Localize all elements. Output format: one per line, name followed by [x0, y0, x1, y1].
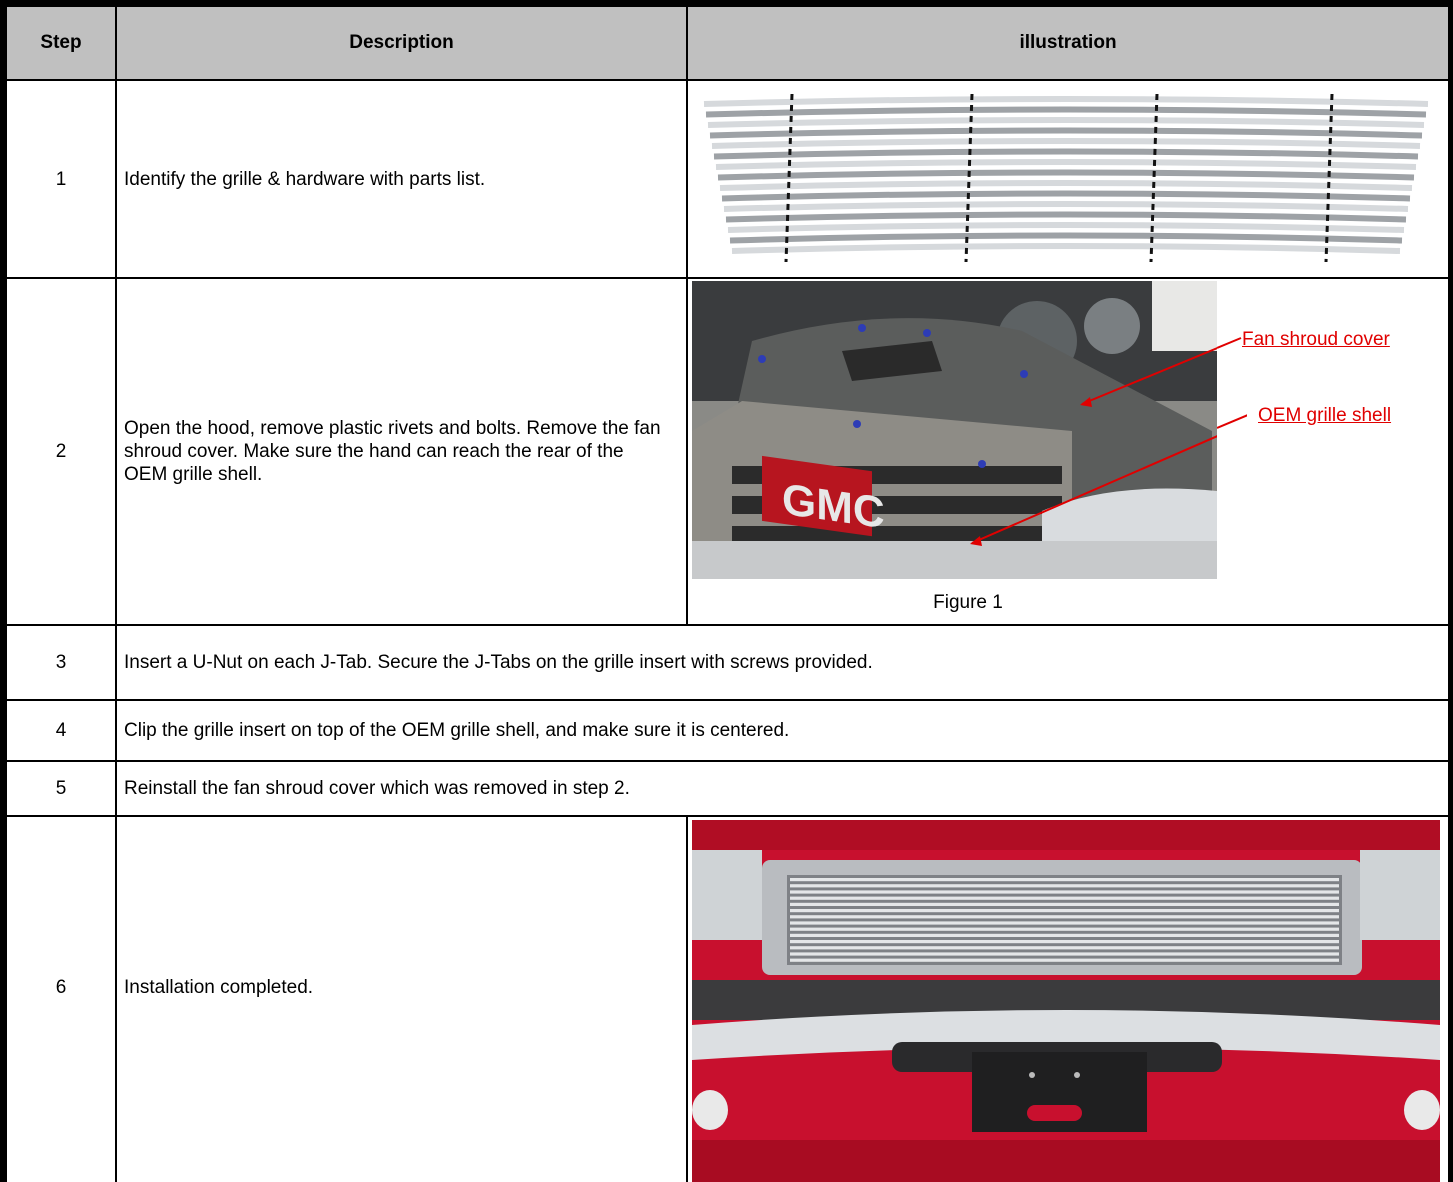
installed-grille-photo: [692, 820, 1440, 1182]
oem-grille-shell-label: OEM grille shell: [1258, 405, 1392, 426]
engine-bay-photo: GMC: [692, 281, 1217, 579]
step-number: 2: [55, 441, 67, 462]
grille-insert-image: [692, 86, 1440, 272]
step-description: Reinstall the fan shroud cover which was…: [124, 778, 630, 799]
step-description: Identify the grille & hardware with part…: [124, 168, 486, 190]
step-number: 5: [55, 778, 67, 799]
grille-bars: [703, 93, 1429, 263]
step-number: 4: [55, 720, 67, 741]
step-description: Insert a U-Nut on each J-Tab. Secure the…: [124, 652, 873, 673]
figure-caption: Figure 1: [933, 592, 1003, 613]
header-step: Step: [40, 32, 82, 53]
step-description: Open the hood, remove plastic rivets and…: [124, 418, 661, 485]
header-illustration: illustration: [1019, 32, 1117, 53]
instruction-table: Step Description illustration 1 Identify…: [0, 0, 1453, 1182]
header-description: Description: [349, 32, 454, 53]
step-description: Clip the grille insert on top of the OEM…: [124, 720, 790, 741]
step-number: 3: [55, 652, 67, 673]
step-description: Installation completed.: [124, 976, 314, 998]
step-number: 1: [55, 168, 67, 190]
step-number: 6: [55, 976, 67, 998]
fan-shroud-label: Fan shroud cover: [1242, 329, 1390, 350]
